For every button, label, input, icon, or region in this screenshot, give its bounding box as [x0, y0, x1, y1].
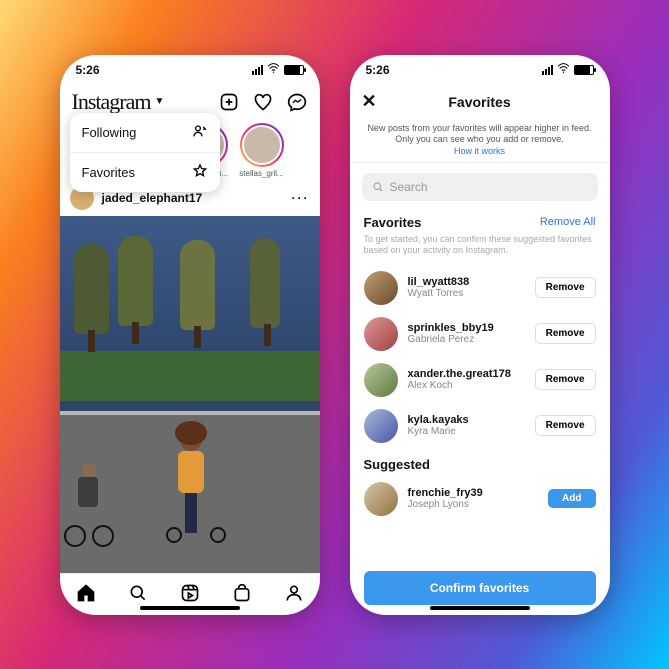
tab-reels-icon[interactable]	[180, 583, 200, 606]
dropdown-following-label: Following	[82, 125, 137, 140]
avatar[interactable]	[364, 409, 398, 443]
favorite-row: lil_wyatt838Wyatt Torres Remove	[350, 265, 610, 311]
suggested-row: frenchie_fry39Joseph Lyons Add	[350, 476, 610, 522]
confirm-favorites-button[interactable]: Confirm favorites	[364, 571, 596, 605]
dropdown-favorites-label: Favorites	[82, 165, 135, 180]
phone-feed: 5:26 Instagram ▼ Following Favorites	[60, 55, 320, 615]
realname: Alex Koch	[408, 380, 525, 391]
username[interactable]: frenchie_fry39	[408, 487, 539, 499]
favorites-list: lil_wyatt838Wyatt Torres Remove sprinkle…	[350, 265, 610, 561]
dropdown-favorites[interactable]: Favorites	[70, 152, 220, 192]
search-icon	[372, 181, 384, 193]
tab-home-icon[interactable]	[76, 583, 96, 606]
person-follow-icon	[192, 123, 208, 142]
status-bar: 5:26	[350, 55, 610, 85]
wifi-icon	[557, 62, 570, 78]
favorite-row: kyla.kayaksKyra Marie Remove	[350, 403, 610, 449]
how-it-works-link[interactable]: How it works	[454, 146, 505, 156]
signal-icon	[252, 65, 263, 75]
username[interactable]: xander.the.great178	[408, 368, 525, 380]
activity-heart-icon[interactable]	[252, 91, 274, 113]
favorites-header: ✕ Favorites	[350, 85, 610, 119]
suggested-title: Suggested	[350, 449, 610, 476]
post: jaded_elephant17 ···	[60, 180, 320, 573]
favorite-row: sprinkles_bby19Gabriela Perez Remove	[350, 311, 610, 357]
dropdown-following[interactable]: Following	[70, 113, 220, 152]
instagram-logo[interactable]: Instagram	[72, 89, 151, 115]
home-indicator	[140, 606, 240, 610]
realname: Joseph Lyons	[408, 499, 539, 510]
remove-button[interactable]: Remove	[535, 277, 596, 298]
post-username[interactable]: jaded_elephant17	[102, 191, 203, 205]
realname: Kyra Marie	[408, 426, 525, 437]
realname: Wyatt Torres	[408, 288, 525, 299]
home-indicator	[430, 606, 530, 610]
username[interactable]: sprinkles_bby19	[408, 322, 525, 334]
username[interactable]: lil_wyatt838	[408, 276, 525, 288]
tab-shop-icon[interactable]	[232, 583, 252, 606]
username[interactable]: kyla.kayaks	[408, 414, 525, 426]
tab-search-icon[interactable]	[128, 583, 148, 606]
star-icon	[192, 163, 208, 182]
add-button[interactable]: Add	[548, 489, 595, 508]
messenger-icon[interactable]	[286, 91, 308, 113]
feed-dropdown: Following Favorites	[70, 113, 220, 192]
info-banner: New posts from your favorites will appea…	[350, 119, 610, 163]
remove-button[interactable]: Remove	[535, 323, 596, 344]
battery-icon	[284, 65, 304, 75]
remove-button[interactable]: Remove	[535, 369, 596, 390]
status-time: 5:26	[76, 63, 100, 77]
avatar[interactable]	[364, 271, 398, 305]
status-indicators	[542, 62, 594, 78]
remove-all-link[interactable]: Remove All	[540, 216, 596, 228]
phone-favorites: 5:26 ✕ Favorites New posts from your fav…	[350, 55, 610, 615]
avatar[interactable]	[364, 482, 398, 516]
section-hint: To get started, you can confirm these su…	[350, 234, 610, 265]
post-more-icon[interactable]: ···	[292, 191, 310, 205]
new-post-icon[interactable]	[218, 91, 240, 113]
chevron-down-icon[interactable]: ▼	[154, 96, 164, 107]
battery-icon	[574, 65, 594, 75]
post-photo[interactable]	[60, 216, 320, 573]
section-title: Favorites	[364, 215, 422, 230]
favorite-row: xander.the.great178Alex Koch Remove	[350, 357, 610, 403]
tab-profile-icon[interactable]	[284, 583, 304, 606]
story-item[interactable]: stellas_gril...	[238, 123, 286, 178]
realname: Gabriela Perez	[408, 334, 525, 345]
wifi-icon	[267, 62, 280, 78]
search-placeholder: Search	[390, 180, 428, 194]
search-input[interactable]: Search	[362, 173, 598, 201]
avatar[interactable]	[364, 317, 398, 351]
favorites-title: Favorites	[448, 94, 510, 110]
close-icon[interactable]: ✕	[362, 91, 377, 112]
status-bar: 5:26	[60, 55, 320, 85]
avatar[interactable]	[364, 363, 398, 397]
status-time: 5:26	[366, 63, 390, 77]
signal-icon	[542, 65, 553, 75]
favorites-section-header: Favorites Remove All	[350, 211, 610, 234]
status-indicators	[252, 62, 304, 78]
remove-button[interactable]: Remove	[535, 415, 596, 436]
